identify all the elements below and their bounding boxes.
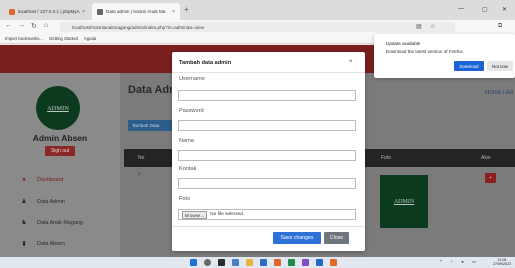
close-tab-icon[interactable]: ×	[172, 9, 175, 15]
search-icon[interactable]	[204, 259, 211, 266]
new-tab-icon[interactable]: +	[184, 5, 189, 14]
sidebar-item-data-anak-magang[interactable]: ♞ Data Anak Magang	[20, 219, 83, 227]
column-header-aksi: Aksi	[481, 155, 491, 161]
sidebar-item-dashboard[interactable]: ● Dashboard	[20, 177, 63, 183]
kontak-label: Kontak	[179, 166, 197, 172]
admin-logo: ADMIN	[36, 86, 80, 130]
sidebar-item-label: Dashboard	[37, 177, 64, 183]
phpmyadmin-favicon-icon	[9, 8, 15, 15]
update-notification: Update available Download the latest ver…	[374, 34, 515, 78]
extensions-icon[interactable]: ⧉	[498, 23, 502, 30]
minimize-icon[interactable]: —	[458, 6, 464, 12]
xampp-icon[interactable]	[330, 259, 337, 266]
user-icon: ♟	[21, 199, 27, 205]
not-now-button[interactable]: Not now	[487, 61, 513, 71]
column-header-foto: Foto	[381, 155, 392, 161]
reload-icon[interactable]: ↻	[31, 22, 37, 30]
date: 27/09/2023	[493, 262, 511, 267]
signout-button[interactable]: Sign out	[45, 146, 75, 156]
book-icon: ▮	[22, 241, 26, 247]
wifi-icon[interactable]: ◔	[450, 259, 453, 264]
app-icon[interactable]	[316, 259, 323, 266]
kontak-field[interactable]	[178, 178, 356, 189]
sidebar: ADMIN Admin Absen Sign out ● Dashboard ♟…	[0, 73, 120, 257]
breadcrumb[interactable]: Home / Ad	[485, 90, 513, 96]
tray-chevron-icon[interactable]: ^	[440, 259, 442, 264]
modal-close-icon[interactable]: ×	[349, 59, 353, 65]
tab-phpmyadmin[interactable]: localhost / 127.0.0.1 | phpMyA ×	[4, 3, 90, 20]
modal-header-divider	[172, 72, 365, 73]
clock[interactable]: 11:08 27/09/2023	[493, 258, 511, 267]
app-icon[interactable]	[302, 259, 309, 266]
battery-icon[interactable]: ▭	[472, 259, 476, 265]
modal-footer-divider	[172, 226, 365, 227]
browse-button[interactable]: Browse...	[182, 210, 208, 219]
sidebar-item-data-absen[interactable]: ▮ Data Absen	[20, 240, 65, 248]
palette-icon: ●	[22, 177, 26, 183]
edge-icon[interactable]	[260, 259, 267, 266]
update-message: Download the latest version of Firefox.	[386, 49, 465, 54]
reader-view-icon[interactable]: ▤	[416, 23, 422, 30]
back-icon[interactable]: ←	[5, 22, 12, 29]
maximize-icon[interactable]: ▢	[482, 6, 488, 13]
close-tab-icon[interactable]: ×	[82, 9, 85, 15]
row-number: 1	[138, 172, 141, 177]
tab-data-admin[interactable]: Data admin | Nosmi Anak Ma ×	[92, 3, 180, 20]
admin-name: Admin Absen	[32, 133, 88, 143]
delete-row-button[interactable]: ▪	[485, 173, 496, 183]
taskbar: ^ ◔ ◂ ▭ 11:08 27/09/2023	[0, 257, 515, 268]
home-icon[interactable]: ⌂	[44, 22, 48, 29]
browser-navbar: ← → ↻ ⌂ localhost/nosmianakmagang/admin/…	[0, 20, 515, 34]
column-header-no: No	[138, 155, 145, 161]
task-view-icon[interactable]	[218, 259, 225, 266]
tab-label: localhost / 127.0.0.1 | phpMyA	[18, 9, 80, 14]
admin-photo: ADMIN	[380, 175, 428, 228]
tab-label: Data admin | Nosmi Anak Ma	[106, 9, 166, 14]
password-field[interactable]	[178, 120, 356, 131]
file-explorer-icon[interactable]	[246, 259, 253, 266]
bookmark-star-icon[interactable]: ☆	[430, 23, 435, 30]
update-title: Update available	[386, 41, 421, 46]
vscode-icon[interactable]	[288, 259, 295, 266]
nama-field[interactable]	[178, 150, 356, 161]
sidebar-item-data-admin[interactable]: ♟ Data Admin	[20, 198, 65, 206]
firefox-icon[interactable]	[274, 259, 281, 266]
volume-icon[interactable]: ◂	[461, 259, 463, 265]
nama-label: Nama	[179, 138, 194, 144]
users-icon: ♞	[21, 220, 27, 226]
bookmark-agoda[interactable]: Agoda	[84, 36, 96, 41]
download-button[interactable]: Download	[454, 61, 484, 71]
sidebar-item-label: Data Anak Magang	[37, 219, 83, 226]
browser-tabstrip: localhost / 127.0.0.1 | phpMyA × Data ad…	[0, 0, 515, 20]
bookmark-getting-started[interactable]: Getting Started	[49, 36, 78, 41]
add-admin-modal: Tambah data admin × Username Password Na…	[172, 52, 365, 251]
password-label: Password	[179, 108, 204, 114]
modal-title: Tambah data admin	[179, 60, 232, 66]
username-label: Username	[179, 76, 205, 82]
trash-icon: ▪	[489, 175, 492, 181]
page-favicon-icon	[97, 8, 103, 15]
foto-file-input[interactable]: Browse... No file selected.	[178, 209, 356, 220]
url-text: localhost/nosmianakmagang/admin/index.ph…	[72, 24, 205, 30]
close-button[interactable]: Close	[324, 232, 349, 244]
bookmark-import[interactable]: Import bookmarks...	[5, 36, 43, 41]
sidebar-item-label: Data Absen	[37, 240, 65, 247]
url-bar[interactable]: localhost/nosmianakmagang/admin/index.ph…	[60, 22, 455, 32]
foto-label: Foto	[179, 196, 191, 202]
file-status: No file selected.	[210, 212, 245, 217]
widgets-icon[interactable]	[232, 259, 239, 266]
username-field[interactable]	[178, 90, 356, 101]
sidebar-item-label: Data Admin	[37, 198, 65, 205]
save-changes-button[interactable]: Save changes	[273, 232, 321, 244]
start-icon[interactable]	[190, 259, 197, 266]
forward-icon[interactable]: →	[18, 22, 25, 29]
add-data-button[interactable]: Tambah Data	[128, 120, 178, 131]
close-window-icon[interactable]: ✕	[502, 6, 507, 13]
